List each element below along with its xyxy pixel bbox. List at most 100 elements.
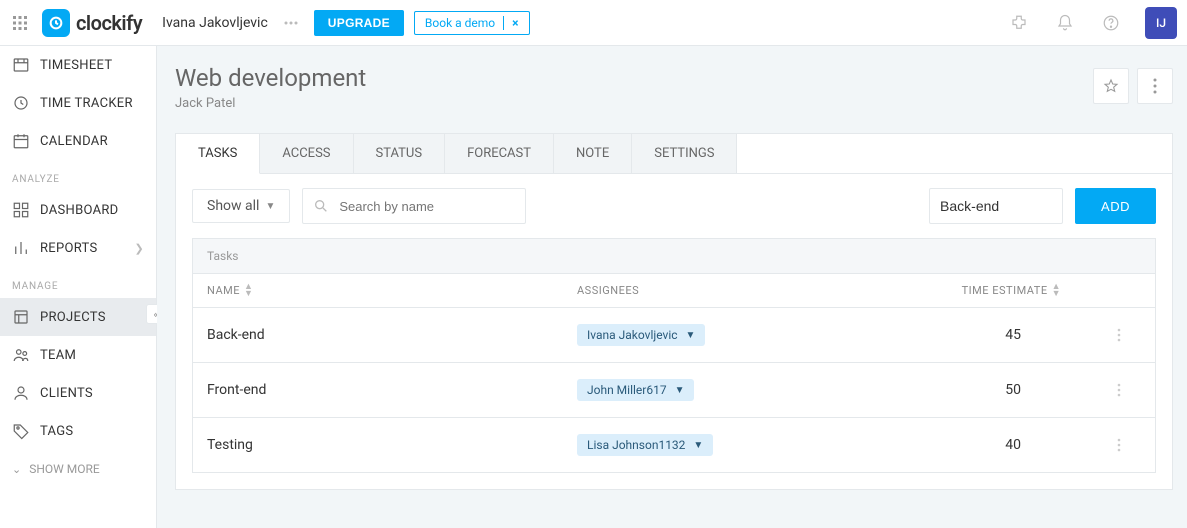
sidebar-item-clients[interactable]: CLIENTS: [0, 374, 156, 412]
task-estimate[interactable]: 50: [937, 382, 1117, 398]
calendar-icon: [12, 132, 30, 150]
task-name[interactable]: Front-end: [207, 382, 577, 398]
help-icon[interactable]: [1093, 5, 1129, 41]
row-more-icon[interactable]: [1117, 383, 1141, 397]
task-row: Back-end Ivana Jakovljevic ▼ 45: [192, 308, 1156, 363]
row-more-icon[interactable]: [1117, 438, 1141, 452]
sidebar-item-label: TIMESHEET: [40, 58, 112, 73]
current-user-name[interactable]: Ivana Jakovljevic: [162, 15, 268, 31]
col-header-name[interactable]: NAME ▲▼: [207, 284, 577, 297]
main-content: Web development Jack Patel TASKS ACCESS …: [157, 46, 1187, 528]
sidebar-item-label: DASHBOARD: [40, 203, 119, 218]
col-header-estimate[interactable]: TIME ESTIMATE ▲▼: [937, 284, 1141, 297]
sidebar-item-label: TIME TRACKER: [40, 96, 133, 111]
search-icon: [313, 198, 329, 214]
sidebar-item-label: PROJECTS: [40, 310, 106, 325]
dashboard-icon: [12, 201, 30, 219]
task-estimate[interactable]: 45: [937, 327, 1117, 343]
sidebar-show-more[interactable]: ⌄ SHOW MORE: [0, 450, 156, 488]
caret-down-icon: ▼: [265, 201, 275, 212]
search-box[interactable]: [302, 188, 526, 224]
assignee-chip[interactable]: Lisa Johnson1132 ▼: [577, 434, 713, 456]
col-header-assignees[interactable]: ASSIGNEES: [577, 284, 937, 297]
avatar[interactable]: IJ: [1145, 7, 1177, 39]
grid-section-label: Tasks: [192, 238, 1156, 273]
sidebar-section-manage: MANAGE: [0, 267, 156, 298]
tasks-grid: Tasks NAME ▲▼ ASSIGNEES TIME ESTIMATE ▲▼…: [176, 238, 1172, 489]
sidebar-item-time-tracker[interactable]: TIME TRACKER: [0, 84, 156, 122]
task-name[interactable]: Testing: [207, 437, 577, 453]
tag-icon: [12, 422, 30, 440]
sidebar-item-calendar[interactable]: CALENDAR: [0, 122, 156, 160]
caret-down-icon: ▼: [693, 440, 703, 451]
sidebar-item-reports[interactable]: REPORTS ❯: [0, 229, 156, 267]
show-more-label: SHOW MORE: [29, 462, 100, 476]
upgrade-button[interactable]: UPGRADE: [314, 10, 404, 36]
search-input[interactable]: [337, 198, 517, 215]
sidebar-item-label: TEAM: [40, 348, 76, 363]
user-more-icon[interactable]: [278, 17, 304, 29]
sidebar-item-projects[interactable]: PROJECTS: [0, 298, 156, 336]
tasks-toolbar: Show all ▼ ADD: [176, 174, 1172, 238]
caret-down-icon: ▼: [675, 385, 685, 396]
page-header: Web development Jack Patel: [175, 64, 1173, 111]
tab-status[interactable]: STATUS: [354, 134, 446, 173]
assignee-name: Lisa Johnson1132: [587, 438, 685, 452]
filter-dropdown[interactable]: Show all ▼: [192, 189, 290, 223]
sidebar-item-tags[interactable]: TAGS: [0, 412, 156, 450]
reports-icon: [12, 239, 30, 257]
chevron-down-icon: ⌄: [12, 463, 21, 476]
page-title: Web development: [175, 64, 366, 92]
page-subtitle: Jack Patel: [175, 96, 366, 111]
project-panel: TASKS ACCESS STATUS FORECAST NOTE SETTIN…: [175, 133, 1173, 490]
tabs: TASKS ACCESS STATUS FORECAST NOTE SETTIN…: [176, 134, 1172, 174]
sort-icon: ▲▼: [244, 284, 253, 297]
grid-header-row: NAME ▲▼ ASSIGNEES TIME ESTIMATE ▲▼: [192, 273, 1156, 308]
team-icon: [12, 346, 30, 364]
add-task-button[interactable]: ADD: [1075, 188, 1156, 224]
tab-forecast[interactable]: FORECAST: [445, 134, 554, 173]
tab-access[interactable]: ACCESS: [260, 134, 353, 173]
clients-icon: [12, 384, 30, 402]
topbar: clockify Ivana Jakovljevic UPGRADE Book …: [0, 0, 1187, 46]
extensions-icon[interactable]: [1001, 5, 1037, 41]
assignee-name: Ivana Jakovljevic: [587, 328, 678, 342]
filter-label: Show all: [207, 198, 259, 214]
assignee-chip[interactable]: John Miller617 ▼: [577, 379, 694, 401]
brand-logo[interactable]: clockify: [42, 9, 142, 37]
brand-mark-icon: [42, 9, 70, 37]
tab-settings[interactable]: SETTINGS: [632, 134, 737, 173]
sort-icon: ▲▼: [1052, 284, 1061, 297]
task-row: Front-end John Miller617 ▼ 50: [192, 363, 1156, 418]
assignee-chip[interactable]: Ivana Jakovljevic ▼: [577, 324, 705, 346]
brand-name: clockify: [76, 11, 142, 35]
assignee-name: John Miller617: [587, 383, 667, 397]
sidebar-item-timesheet[interactable]: TIMESHEET: [0, 46, 156, 84]
favorite-button[interactable]: [1093, 68, 1129, 104]
book-demo-button[interactable]: Book a demo ×: [414, 11, 530, 35]
sidebar: TIMESHEET TIME TRACKER CALENDAR ANALYZE …: [0, 46, 157, 528]
sidebar-item-label: REPORTS: [40, 241, 98, 256]
new-task-input[interactable]: [929, 188, 1063, 224]
sidebar-section-analyze: ANALYZE: [0, 160, 156, 191]
tab-tasks[interactable]: TASKS: [176, 134, 260, 174]
sidebar-item-label: TAGS: [40, 424, 73, 439]
sidebar-item-team[interactable]: TEAM: [0, 336, 156, 374]
timesheet-icon: [12, 56, 30, 74]
sidebar-item-label: CLIENTS: [40, 386, 93, 401]
chevron-right-icon: ❯: [134, 242, 144, 255]
close-icon[interactable]: ×: [503, 16, 518, 30]
task-estimate[interactable]: 40: [937, 437, 1117, 453]
caret-down-icon: ▼: [686, 330, 696, 341]
bell-icon[interactable]: [1047, 5, 1083, 41]
task-name[interactable]: Back-end: [207, 327, 577, 343]
page-more-button[interactable]: [1137, 68, 1173, 104]
tab-note[interactable]: NOTE: [554, 134, 632, 173]
clock-icon: [12, 94, 30, 112]
row-more-icon[interactable]: [1117, 328, 1141, 342]
apps-grid-icon[interactable]: [8, 11, 32, 35]
sidebar-item-dashboard[interactable]: DASHBOARD: [0, 191, 156, 229]
projects-icon: [12, 308, 30, 326]
task-row: Testing Lisa Johnson1132 ▼ 40: [192, 418, 1156, 473]
sidebar-item-label: CALENDAR: [40, 134, 108, 149]
